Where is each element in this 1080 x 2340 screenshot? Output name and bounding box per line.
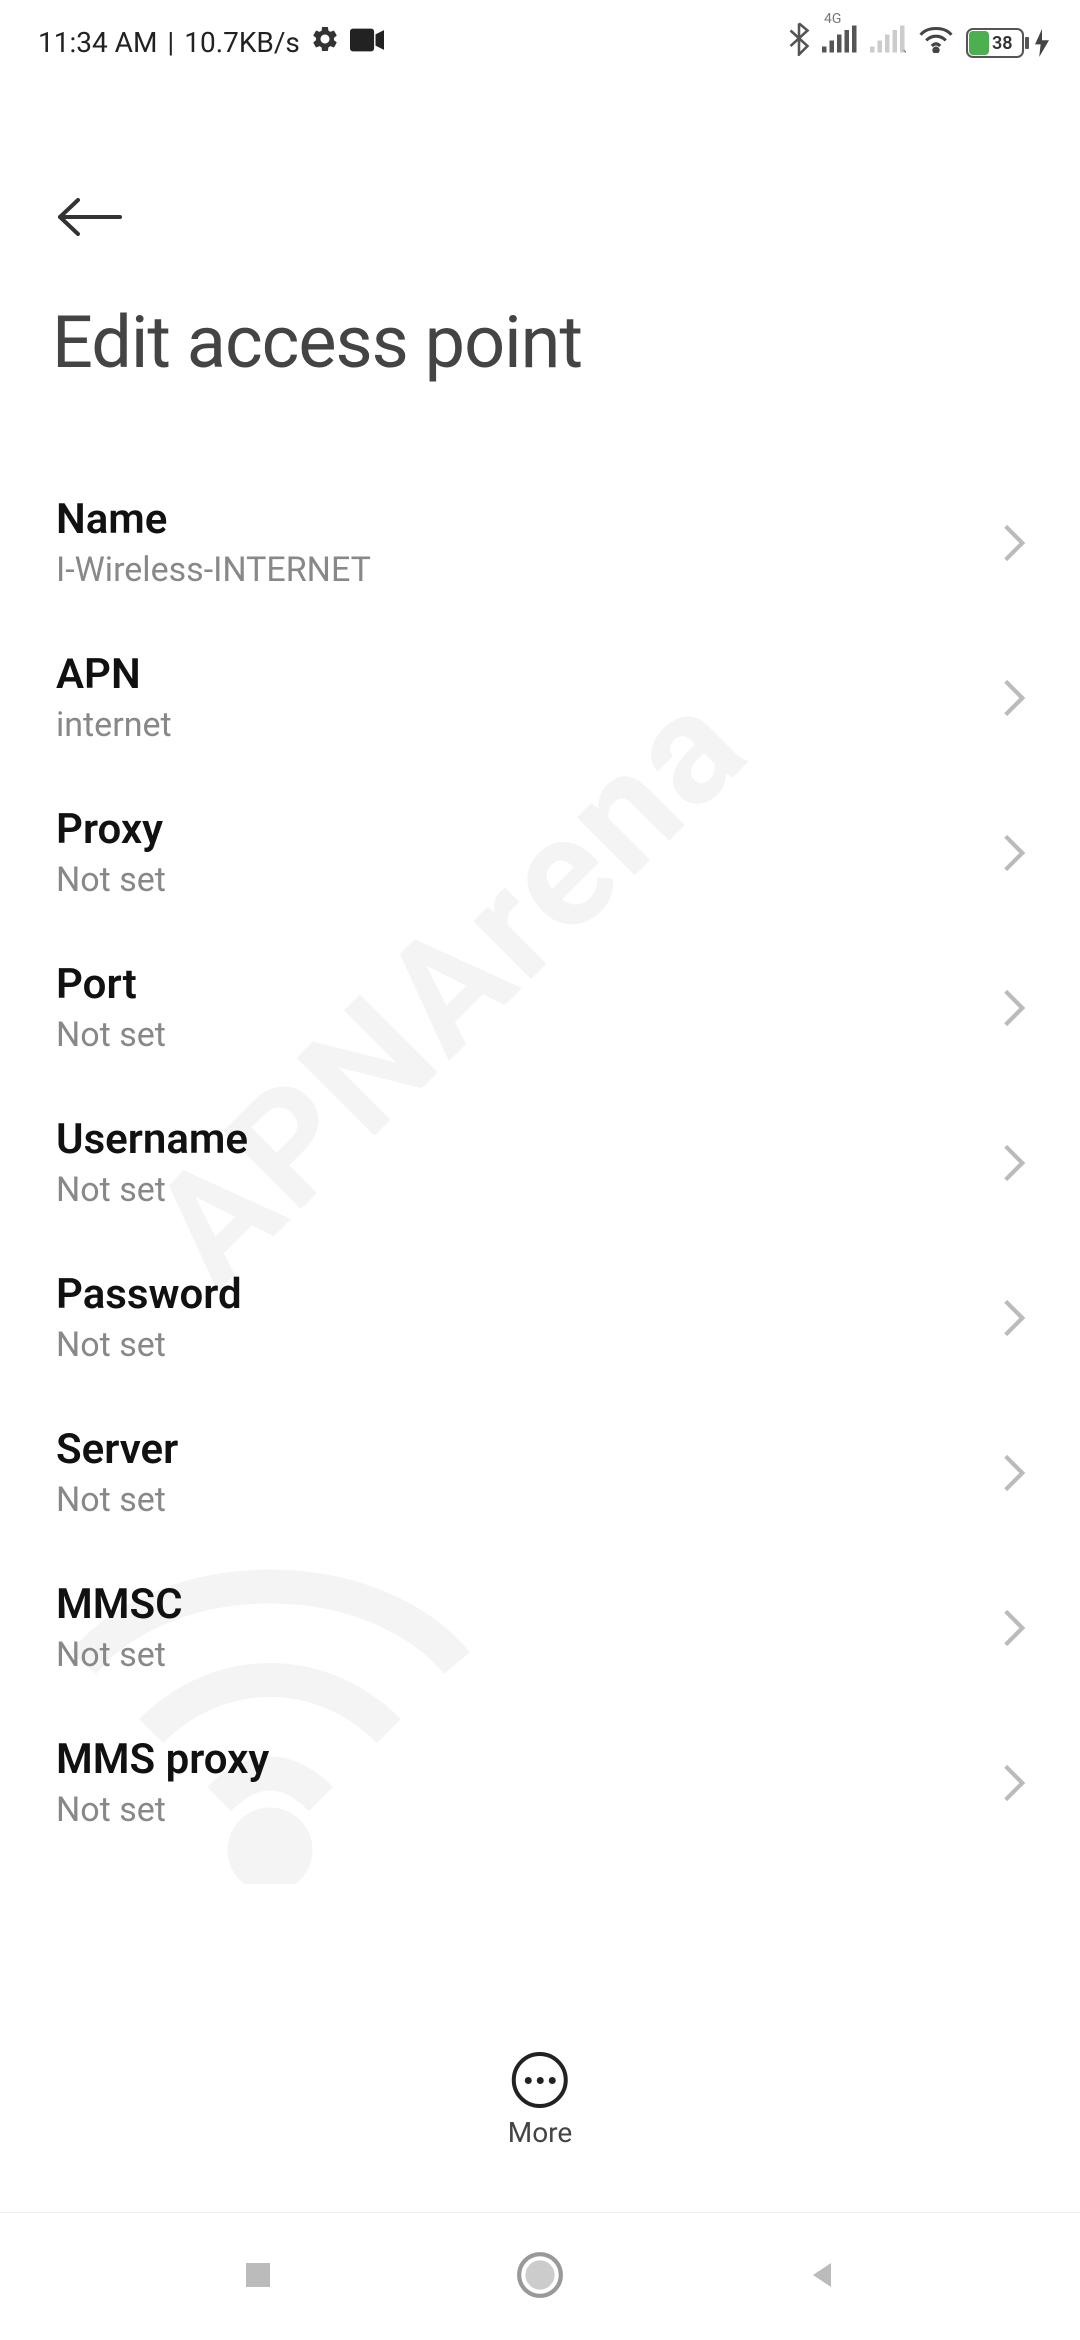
- signal-none-icon: ✕: [870, 25, 906, 60]
- setting-value: I-Wireless-INTERNET: [56, 550, 371, 590]
- wifi-icon: [918, 25, 954, 60]
- chevron-right-icon: [1002, 988, 1026, 1028]
- setting-label: Proxy: [56, 805, 166, 854]
- setting-row-apn[interactable]: APN internet: [0, 620, 1080, 775]
- status-left: 11:34 AM | 10.7KB/s: [38, 24, 384, 61]
- setting-row-port[interactable]: Port Not set: [0, 930, 1080, 1085]
- status-net-speed: 10.7KB/s: [184, 26, 300, 59]
- more-button[interactable]: More: [508, 2052, 573, 2149]
- nav-bar: [0, 2212, 1080, 2340]
- setting-label: Server: [56, 1425, 178, 1474]
- status-right: 4G ✕ 38: [788, 22, 1050, 63]
- setting-row-proxy[interactable]: Proxy Not set: [0, 775, 1080, 930]
- setting-row-name[interactable]: Name I-Wireless-INTERNET: [0, 465, 1080, 620]
- chevron-right-icon: [1002, 678, 1026, 718]
- chevron-right-icon: [1002, 833, 1026, 873]
- chevron-right-icon: [1002, 1453, 1026, 1493]
- status-time: 11:34 AM: [38, 26, 157, 59]
- setting-value: internet: [56, 705, 172, 745]
- chevron-right-icon: [1002, 1608, 1026, 1648]
- more-icon: [512, 2052, 568, 2108]
- battery-icon: 38: [966, 28, 1050, 58]
- camera-icon: [350, 26, 384, 59]
- chevron-right-icon: [1002, 1298, 1026, 1338]
- setting-row-server[interactable]: Server Not set: [0, 1395, 1080, 1550]
- setting-value: Not set: [56, 1790, 269, 1830]
- setting-label: APN: [56, 650, 172, 699]
- bluetooth-icon: [788, 22, 810, 63]
- chevron-right-icon: [1002, 1143, 1026, 1183]
- setting-value: Not set: [56, 1325, 242, 1365]
- signal-4g-icon: 4G: [822, 25, 858, 60]
- setting-row-mmsc[interactable]: MMSC Not set: [0, 1550, 1080, 1705]
- setting-label: Name: [56, 495, 371, 544]
- setting-value: Not set: [56, 860, 166, 900]
- page-title: Edit access point: [0, 240, 1080, 405]
- setting-value: Not set: [56, 1635, 183, 1675]
- setting-value: Not set: [56, 1015, 166, 1055]
- back-button[interactable]: [0, 144, 1080, 240]
- setting-value: Not set: [56, 1170, 248, 1210]
- settings-list: Name I-Wireless-INTERNET APN internet Pr…: [0, 405, 1080, 1860]
- svg-text:✕: ✕: [902, 47, 907, 54]
- setting-row-password[interactable]: Password Not set: [0, 1240, 1080, 1395]
- setting-label: Port: [56, 960, 166, 1009]
- svg-text:38: 38: [992, 33, 1013, 54]
- settings-icon: [310, 24, 340, 61]
- setting-label: Password: [56, 1270, 242, 1319]
- setting-label: MMS proxy: [56, 1735, 269, 1784]
- setting-row-mms-proxy[interactable]: MMS proxy Not set: [0, 1705, 1080, 1860]
- chevron-right-icon: [1002, 1763, 1026, 1803]
- more-label: More: [508, 2116, 573, 2149]
- status-bar: 11:34 AM | 10.7KB/s 4G ✕ 38: [0, 0, 1080, 77]
- nav-back-icon[interactable]: [804, 2257, 840, 2297]
- setting-value: Not set: [56, 1480, 178, 1520]
- setting-row-username[interactable]: Username Not set: [0, 1085, 1080, 1240]
- nav-home-icon[interactable]: [515, 2250, 565, 2304]
- nav-recents-icon[interactable]: [240, 2257, 276, 2297]
- setting-label: Username: [56, 1115, 248, 1164]
- setting-label: MMSC: [56, 1580, 183, 1629]
- chevron-right-icon: [1002, 523, 1026, 563]
